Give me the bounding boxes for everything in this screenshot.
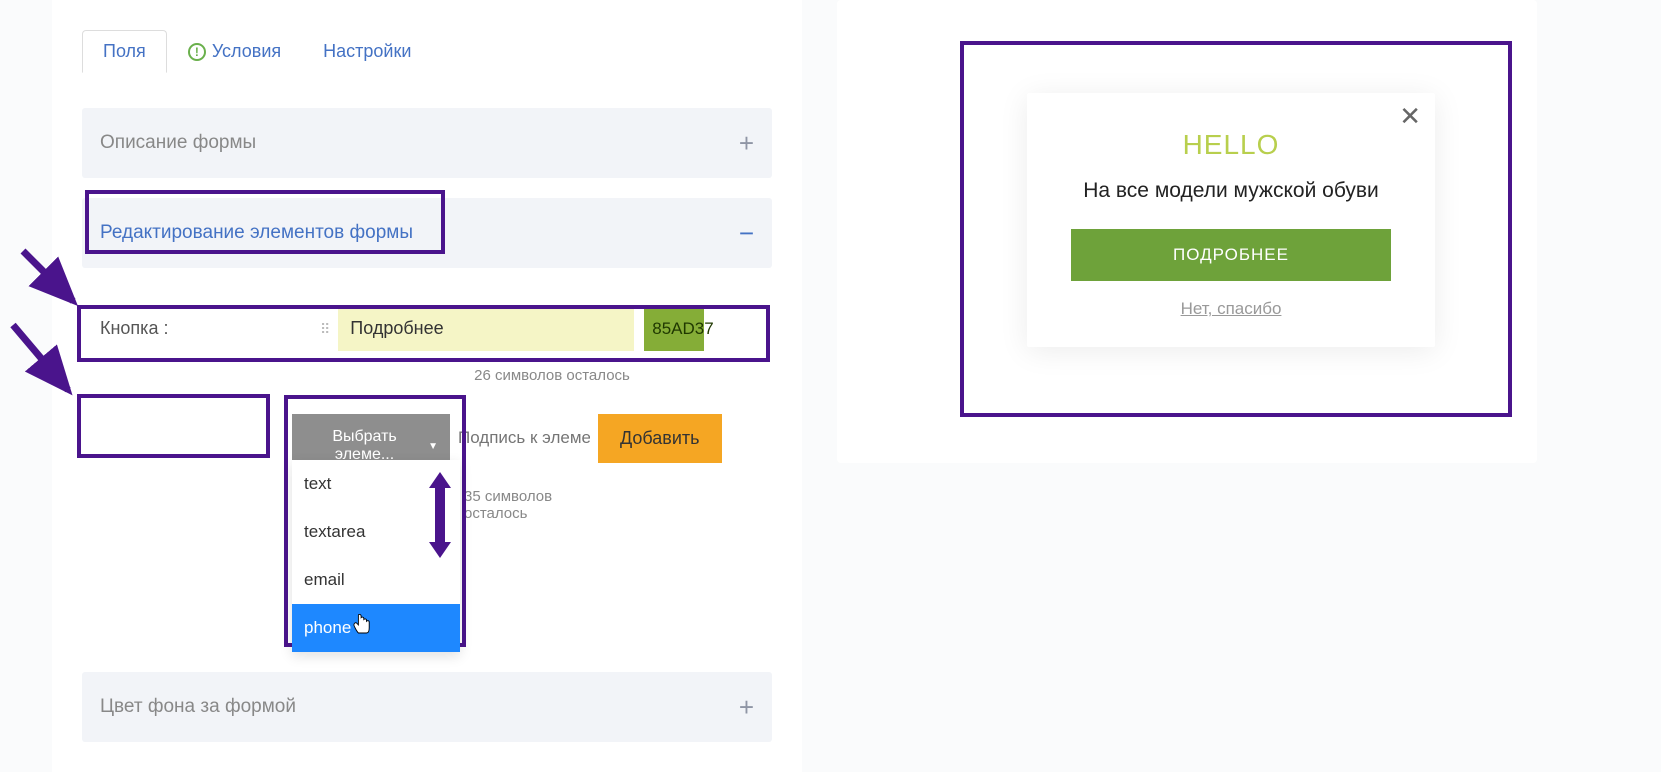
minus-icon: − [739,220,754,246]
popup-title: HELLO [1055,129,1407,161]
tab-conditions[interactable]: ! Условия [167,30,302,73]
button-color-swatch[interactable]: 85AD37 [644,307,704,351]
button-config-row: Кнопка : ⠿ 85AD37 [82,296,772,361]
popup-cta-label: ПОДРОБНЕЕ [1173,245,1289,264]
form-editor-panel: Поля ! Условия Настройки Описание формы … [52,0,802,772]
tab-fields-label: Поля [103,41,146,62]
add-element-row: Выбрать элеме... ▼ Добавить text textare… [292,414,772,478]
button-field-label: Кнопка : [100,318,310,339]
tabs: Поля ! Условия Настройки [82,30,772,73]
element-label-input[interactable] [450,414,598,462]
button-text-input[interactable] [338,306,634,351]
element-type-select-label: Выбрать элеме... [304,428,425,464]
section-bg-color-label: Цвет фона за формой [100,696,296,718]
caret-down-icon: ▼ [428,441,438,452]
element-chars-remaining: 35 символов осталось [464,488,604,522]
popup-decline-link[interactable]: Нет, спасибо [1055,299,1407,319]
dropdown-option-textarea[interactable]: textarea [292,508,460,556]
annotation-arrow-icon [8,320,88,405]
close-icon[interactable]: ✕ [1399,103,1421,129]
popup-subtitle: На все модели мужской обуви [1055,179,1407,203]
dropdown-option-email[interactable]: email [292,556,460,604]
plus-icon: + [739,694,754,720]
add-element-button[interactable]: Добавить [598,414,722,463]
add-element-button-label: Добавить [620,428,700,448]
dropdown-option-text[interactable]: text [292,460,460,508]
element-type-dropdown: text textarea email phone [292,460,460,652]
annotation-arrow-icon [18,246,88,316]
section-form-description-label: Описание формы [100,132,256,154]
section-form-description[interactable]: Описание формы + [82,108,772,178]
tab-conditions-label: Условия [212,41,281,62]
tab-settings[interactable]: Настройки [302,30,432,73]
preview-popup: ✕ HELLO На все модели мужской обуви ПОДР… [1027,93,1435,347]
plus-icon: + [739,130,754,156]
tab-settings-label: Настройки [323,41,411,62]
popup-cta-button[interactable]: ПОДРОБНЕЕ [1071,229,1391,281]
button-chars-remaining: 26 символов осталось [82,367,772,384]
drag-handle-icon[interactable]: ⠿ [320,326,328,332]
section-form-editing-label: Редактирование элементов формы [100,222,413,244]
alert-icon: ! [188,43,206,61]
section-bg-color[interactable]: Цвет фона за формой + [82,672,772,742]
dropdown-option-phone[interactable]: phone [292,604,460,652]
tab-fields[interactable]: Поля [82,30,167,73]
section-form-editing[interactable]: Редактирование элементов формы − [82,198,772,268]
